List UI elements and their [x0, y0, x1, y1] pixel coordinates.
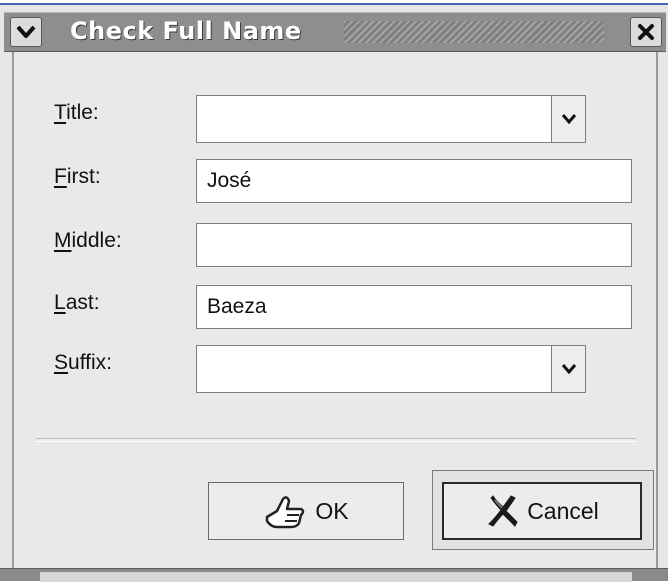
check-full-name-dialog: Check Full Name Title: First: José Middl… [0, 0, 668, 582]
suffix-row: Suffix: [14, 345, 654, 393]
last-name-input[interactable]: Baeza [196, 285, 632, 329]
last-label: Last: [54, 291, 100, 314]
middle-label: Middle: [54, 229, 122, 252]
window-bottom-border[interactable] [0, 568, 668, 582]
title-row: Title: [14, 95, 654, 143]
cancel-button[interactable]: Cancel [442, 482, 642, 540]
screen-top-edge [0, 0, 668, 5]
window-close-button[interactable] [630, 17, 662, 47]
middle-name-input[interactable] [196, 223, 632, 267]
window-title: Check Full Name [70, 17, 302, 45]
cancel-button-label: Cancel [527, 497, 599, 524]
title-bar[interactable]: Check Full Name [4, 12, 666, 52]
suffix-combobox[interactable] [196, 345, 586, 393]
cancel-x-icon [488, 495, 518, 527]
button-area-separator [36, 438, 636, 442]
suffix-dropdown-button[interactable] [551, 346, 585, 392]
first-row: First: José [14, 159, 654, 203]
first-name-input[interactable]: José [196, 159, 632, 203]
ok-hand-icon [266, 496, 305, 529]
dialog-content: Title: First: José Middle: Last: Baeza S… [12, 52, 658, 568]
last-row: Last: Baeza [14, 285, 654, 329]
close-icon [638, 24, 654, 40]
suffix-label: Suffix: [54, 351, 112, 374]
first-label: First: [54, 165, 101, 188]
chevron-down-icon [16, 25, 36, 38]
title-bar-grip [344, 21, 604, 43]
title-label: Title: [54, 101, 99, 124]
window-menu-button[interactable] [10, 17, 42, 47]
middle-row: Middle: [14, 223, 654, 267]
title-combobox[interactable] [196, 95, 586, 143]
ok-button-label: OK [315, 497, 349, 524]
chevron-down-icon [561, 364, 576, 375]
title-dropdown-button[interactable] [551, 96, 585, 142]
chevron-down-icon [561, 114, 576, 125]
ok-button[interactable]: OK [208, 482, 404, 540]
